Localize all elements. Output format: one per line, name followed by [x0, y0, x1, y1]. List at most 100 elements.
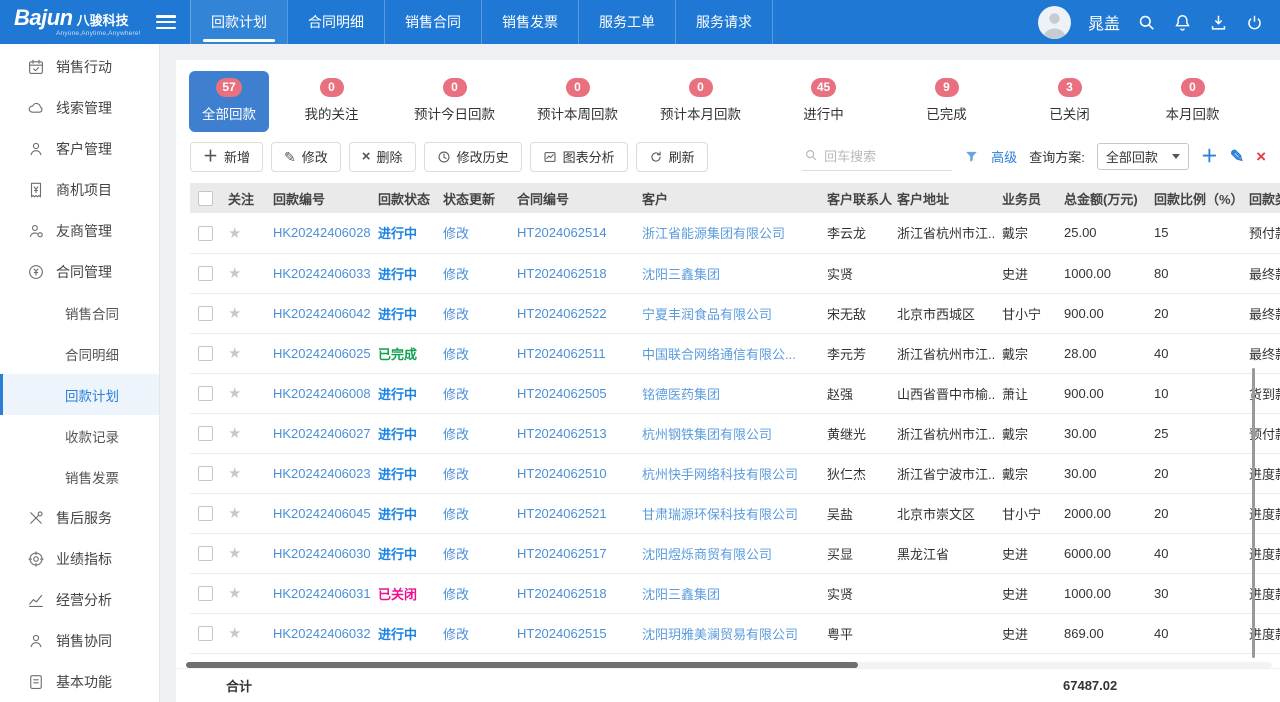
star-icon[interactable]: ★ — [228, 265, 241, 282]
payment-code-link[interactable]: HK20242406027 — [273, 426, 370, 441]
modify-link[interactable]: 修改 — [443, 507, 469, 522]
star-icon[interactable]: ★ — [228, 345, 241, 362]
sidebar-subitem[interactable]: 回款计划 — [0, 374, 159, 415]
advanced-filter-link[interactable]: 高级 — [991, 147, 1017, 166]
sidebar-item[interactable]: 商机项目 — [0, 169, 159, 210]
top-nav-tab[interactable]: 服务请求 — [675, 0, 773, 44]
row-checkbox[interactable] — [198, 626, 213, 641]
star-icon[interactable]: ★ — [228, 625, 241, 642]
toolbar-button[interactable]: 图表分析 — [530, 142, 628, 172]
row-checkbox[interactable] — [198, 546, 213, 561]
top-nav-tab[interactable]: 销售合同 — [384, 0, 481, 44]
table-row[interactable]: ★ HK20242406025 已完成 修改 HT2024062511 中国联合… — [190, 333, 1280, 373]
toolbar-button[interactable]: ✎ 修改 — [271, 142, 341, 172]
stat-tab[interactable]: 0 预计本月回款 — [639, 71, 762, 132]
search-icon[interactable] — [1137, 13, 1156, 32]
toolbar-button[interactable]: × 删除 — [349, 142, 416, 172]
select-all-checkbox[interactable] — [198, 191, 213, 206]
table-row[interactable]: ★ HK20242406031 已关闭 修改 HT2024062518 沈阳三鑫… — [190, 573, 1280, 613]
stat-tab[interactable]: 45 进行中 — [762, 71, 885, 132]
customer-link[interactable]: 沈阳玥雅美澜贸易有限公司 — [642, 627, 798, 642]
contract-link[interactable]: HT2024062505 — [517, 386, 607, 401]
sidebar-item[interactable]: 合同管理 — [0, 251, 159, 292]
modify-link[interactable]: 修改 — [443, 467, 469, 482]
payment-code-link[interactable]: HK20242406042 — [273, 306, 370, 321]
contract-link[interactable]: HT2024062518 — [517, 586, 607, 601]
contract-link[interactable]: HT2024062510 — [517, 466, 607, 481]
bell-icon[interactable] — [1173, 13, 1192, 32]
star-icon[interactable]: ★ — [228, 425, 241, 442]
download-icon[interactable] — [1209, 13, 1228, 32]
customer-link[interactable]: 沈阳三鑫集团 — [642, 267, 720, 282]
contract-link[interactable]: HT2024062521 — [517, 506, 607, 521]
top-nav-tab[interactable]: 合同明细 — [287, 0, 384, 44]
table-row[interactable]: ★ HK20242406023 进行中 修改 HT2024062510 杭州快手… — [190, 453, 1280, 493]
contract-link[interactable]: HT2024062514 — [517, 225, 607, 240]
top-nav-tab[interactable]: 回款计划 — [190, 0, 287, 44]
payment-code-link[interactable]: HK20242406045 — [273, 506, 370, 521]
customer-link[interactable]: 杭州快手网络科技有限公司 — [642, 467, 798, 482]
table-row[interactable]: ★ HK20242406030 进行中 修改 HT2024062517 沈阳煜烁… — [190, 533, 1280, 573]
star-icon[interactable]: ★ — [228, 585, 241, 602]
toolbar-button[interactable]: 修改历史 — [424, 142, 522, 172]
sidebar-subitem[interactable]: 销售发票 — [0, 456, 159, 497]
modify-link[interactable]: 修改 — [443, 427, 469, 442]
payment-code-link[interactable]: HK20242406025 — [273, 346, 370, 361]
column-header[interactable]: 合同编号 — [509, 183, 634, 213]
power-icon[interactable] — [1245, 13, 1264, 32]
sidebar-item[interactable]: 线索管理 — [0, 87, 159, 128]
sidebar-item[interactable]: 销售协同 — [0, 620, 159, 661]
sidebar-item[interactable]: 基本功能 — [0, 661, 159, 702]
filter-funnel-icon[interactable] — [964, 149, 979, 164]
table-row[interactable]: ★ HK20242406033 进行中 修改 HT2024062518 沈阳三鑫… — [190, 253, 1280, 293]
payment-code-link[interactable]: HK20242406028 — [273, 225, 370, 240]
sidebar-item[interactable]: 售后服务 — [0, 497, 159, 538]
modify-link[interactable]: 修改 — [443, 347, 469, 362]
contract-link[interactable]: HT2024062518 — [517, 266, 607, 281]
customer-link[interactable]: 中国联合网络通信有限公... — [642, 347, 796, 362]
sidebar-item[interactable]: 友商管理 — [0, 210, 159, 251]
column-header[interactable]: 客户地址 — [889, 183, 994, 213]
stat-tab[interactable]: 9 已完成 — [885, 71, 1008, 132]
modify-link[interactable]: 修改 — [443, 547, 469, 562]
row-checkbox[interactable] — [198, 426, 213, 441]
column-header[interactable]: 关注 — [220, 183, 265, 213]
sidebar-item[interactable]: 销售行动 — [0, 46, 159, 87]
customer-link[interactable]: 甘肃瑞源环保科技有限公司 — [642, 507, 798, 522]
stat-tab[interactable]: 0 我的关注 — [270, 71, 393, 132]
modify-link[interactable]: 修改 — [443, 587, 469, 602]
customer-link[interactable]: 沈阳煜烁商贸有限公司 — [642, 547, 772, 562]
table-row[interactable]: ★ HK20242406045 进行中 修改 HT2024062521 甘肃瑞源… — [190, 493, 1280, 533]
column-header[interactable]: 回款类型 — [1241, 183, 1280, 213]
column-header[interactable]: 总金额(万元) — [1056, 183, 1146, 213]
menu-toggle-icon[interactable] — [156, 15, 176, 29]
modify-link[interactable]: 修改 — [443, 387, 469, 402]
star-icon[interactable]: ★ — [228, 465, 241, 482]
star-icon[interactable]: ★ — [228, 505, 241, 522]
column-header[interactable]: 客户联系人 — [819, 183, 889, 213]
customer-link[interactable]: 杭州钢铁集团有限公司 — [642, 427, 772, 442]
table-row[interactable]: ★ HK20242406028 进行中 修改 HT2024062514 浙江省能… — [190, 213, 1280, 253]
sidebar-item[interactable]: 经营分析 — [0, 579, 159, 620]
scheme-select[interactable]: 全部回款 — [1097, 143, 1189, 170]
contract-link[interactable]: HT2024062515 — [517, 626, 607, 641]
top-nav-tab[interactable]: 销售发票 — [481, 0, 578, 44]
payment-code-link[interactable]: HK20242406023 — [273, 466, 370, 481]
username[interactable]: 晁盖 — [1088, 10, 1120, 34]
toolbar-button[interactable]: ＋ 新增 — [190, 142, 263, 172]
table-row[interactable]: ★ HK20242406008 进行中 修改 HT2024062505 铭德医药… — [190, 373, 1280, 413]
column-header[interactable]: 客户 — [634, 183, 819, 213]
row-checkbox[interactable] — [198, 466, 213, 481]
edit-scheme-button[interactable]: ✎ — [1230, 148, 1244, 165]
sidebar-subitem[interactable]: 合同明细 — [0, 333, 159, 374]
stat-tab[interactable]: 0 预计今日回款 — [393, 71, 516, 132]
add-scheme-button[interactable]: ＋ — [1201, 148, 1218, 165]
row-checkbox[interactable] — [198, 506, 213, 521]
sidebar-subitem[interactable]: 收款记录 — [0, 415, 159, 456]
modify-link[interactable]: 修改 — [443, 226, 469, 241]
star-icon[interactable]: ★ — [228, 305, 241, 322]
sidebar-item[interactable]: 客户管理 — [0, 128, 159, 169]
star-icon[interactable]: ★ — [228, 385, 241, 402]
star-icon[interactable]: ★ — [228, 545, 241, 562]
row-checkbox[interactable] — [198, 306, 213, 321]
